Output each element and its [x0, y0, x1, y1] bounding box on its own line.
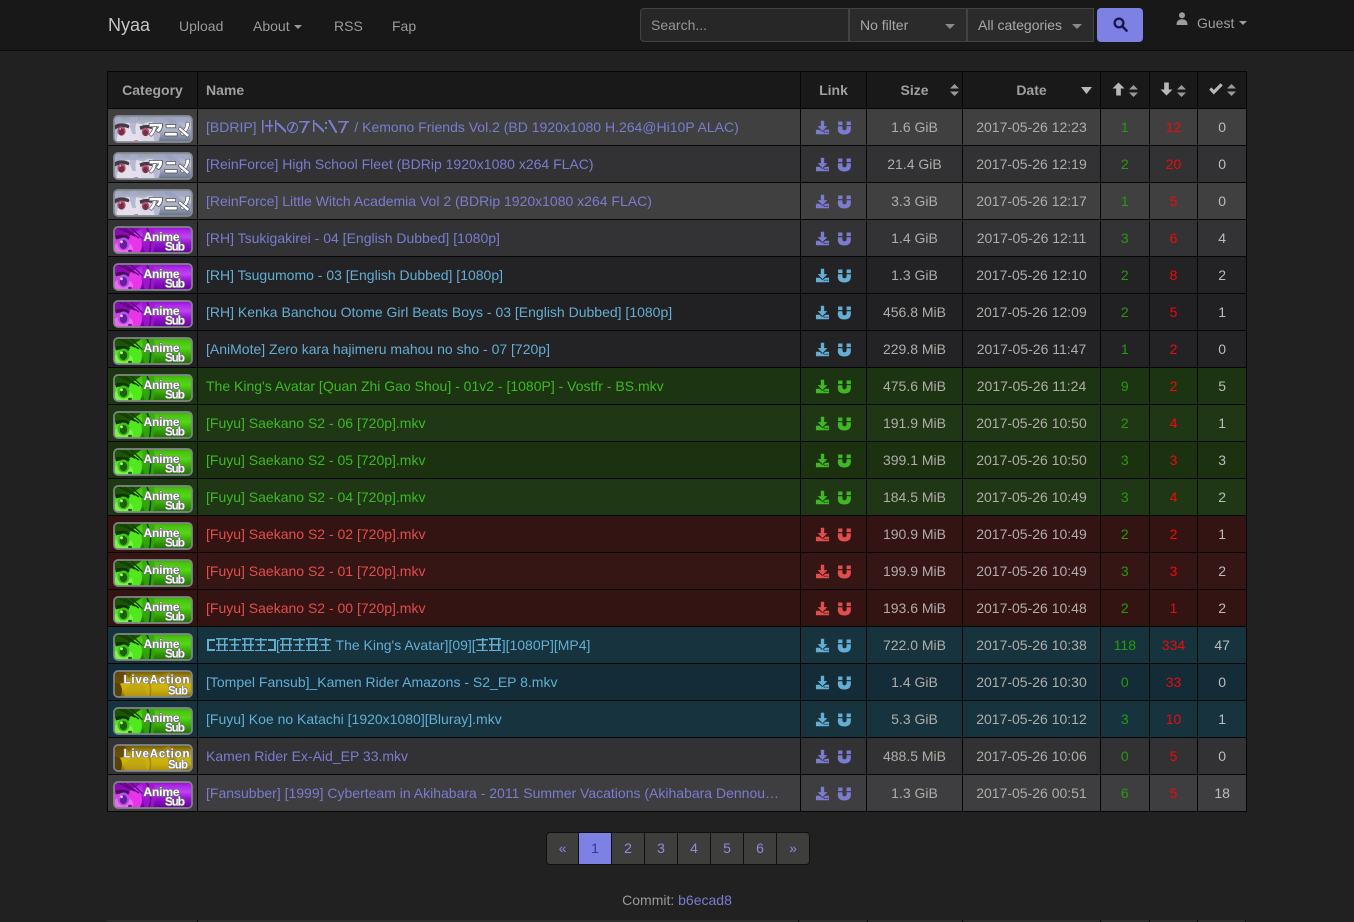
svg-text:Sub: Sub	[168, 760, 188, 772]
svg-text:Sub: Sub	[165, 647, 185, 661]
svg-text:Sub: Sub	[165, 536, 185, 550]
svg-text:Sub: Sub	[165, 721, 185, 735]
svg-text:Sub: Sub	[165, 795, 185, 809]
svg-text:Sub: Sub	[165, 240, 185, 254]
svg-text:Sub: Sub	[168, 686, 188, 698]
svg-text:Sub: Sub	[165, 499, 185, 513]
svg-text:Sub: Sub	[165, 314, 185, 328]
svg-text:Sub: Sub	[165, 610, 185, 624]
svg-text:Sub: Sub	[165, 277, 185, 291]
svg-text:Sub: Sub	[165, 573, 185, 587]
svg-text:Sub: Sub	[165, 388, 185, 402]
svg-text:Sub: Sub	[165, 462, 185, 476]
svg-text:Sub: Sub	[165, 425, 185, 439]
svg-text:Sub: Sub	[165, 351, 185, 365]
